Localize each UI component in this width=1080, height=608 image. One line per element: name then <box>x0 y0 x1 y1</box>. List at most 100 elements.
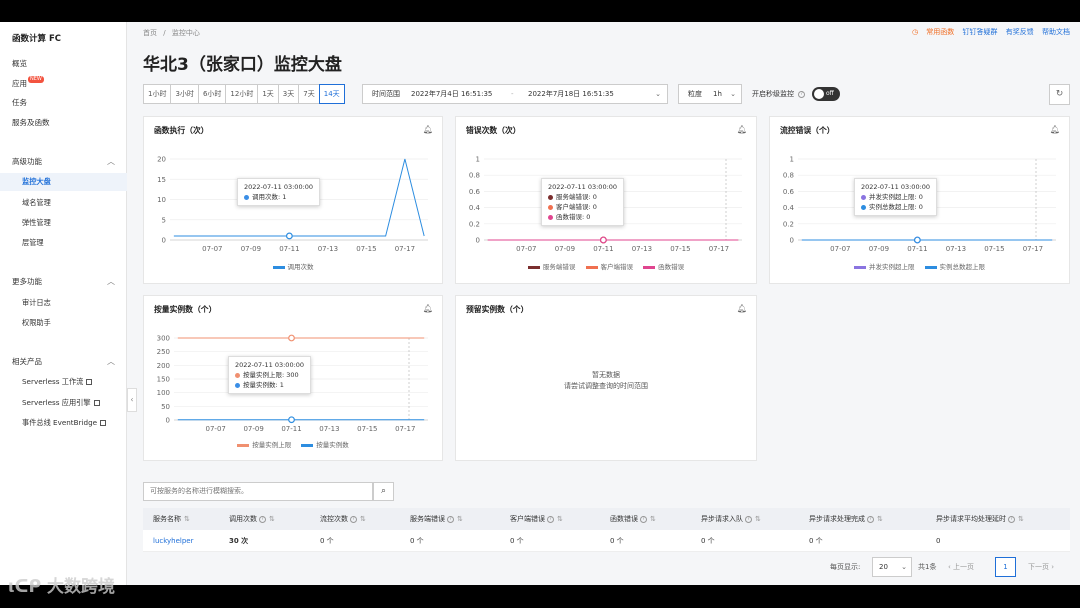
x-tick-label: 07-15 <box>356 245 376 253</box>
y-tick-label: 0.8 <box>783 172 794 180</box>
legend-item[interactable]: 服务端错误 <box>527 261 575 271</box>
second-monitor-toggle[interactable]: off <box>812 87 840 101</box>
series-dot <box>235 382 240 388</box>
x-tick-label: 07-17 <box>395 245 415 253</box>
col-client-errors[interactable]: 客户端错误? ⇅ <box>510 508 563 530</box>
chevron-down-icon: ⌄ <box>901 563 907 571</box>
y-tick-label: 0.4 <box>783 204 795 212</box>
cell-service-link[interactable]: luckyhelper <box>153 530 194 552</box>
card-ondemand-instances: 按量实例数（个） 🔔︎ 0 50 100 150 200 250 300 07-07 07-09… <box>143 295 443 461</box>
sidebar-group-advanced[interactable]: 高级功能 ︿ <box>12 156 115 167</box>
col-invocations[interactable]: 调用次数? ⇅ <box>229 508 275 530</box>
legend-item[interactable]: 按量实例数 <box>301 439 349 449</box>
help-icon[interactable]: ? <box>640 515 647 523</box>
sidebar-item-overview[interactable]: 概览 <box>12 56 127 72</box>
granularity-select[interactable]: 粒度 1h ⌄ <box>678 84 742 104</box>
sidebar-group-label: 相关产品 <box>12 357 42 366</box>
page-title: 华北3（张家口）监控大盘 <box>143 55 342 75</box>
legend-item[interactable]: 并发实例超上限 <box>853 261 914 271</box>
range-14d[interactable]: 14天 <box>318 84 345 104</box>
help-icon[interactable]: ? <box>798 90 806 98</box>
sidebar-item-layers[interactable]: 层管理 <box>22 234 127 252</box>
time-range-picker[interactable]: 时间范围 2022年7月4日 16:51:35 - 2022年7月18日 16:… <box>362 84 668 104</box>
range-12h[interactable]: 12小时 <box>225 84 259 104</box>
breadcrumb-home[interactable]: 首页 <box>143 29 157 37</box>
help-icon[interactable]: ? <box>867 515 874 523</box>
sidebar-item-label: 弹性管理 <box>22 218 51 227</box>
col-label: 调用次数 <box>229 515 257 523</box>
empty-state: 暂无数据 请尝试调整查询的时间范围 <box>456 370 756 392</box>
col-function-errors[interactable]: 函数错误? ⇅ <box>610 508 656 530</box>
sidebar-item-elastic[interactable]: 弹性管理 <box>22 214 127 232</box>
dingtalk-link[interactable]: 钉钉答疑群 <box>963 28 998 36</box>
breadcrumb-sep: / <box>163 29 166 37</box>
sidebar-item-services[interactable]: 服务及函数 <box>12 115 127 131</box>
second-monitor-label: 开启秒级监控 ? <box>752 84 806 104</box>
feedback-link[interactable]: 有奖反馈 <box>1006 28 1034 36</box>
col-async-latency[interactable]: 异步请求平均处理延时? ⇅ <box>936 508 1024 530</box>
series-dot <box>235 372 240 378</box>
pager-next[interactable]: 下一页 › <box>1028 558 1054 576</box>
y-tick-label: 250 <box>157 348 170 356</box>
sidebar-item-eventbridge[interactable]: 事件总线 EventBridge <box>22 414 127 432</box>
empty-hint: 请尝试调整查询的时间范围 <box>564 382 648 390</box>
range-7d[interactable]: 7天 <box>298 84 320 104</box>
help-icon[interactable]: ? <box>745 515 752 523</box>
tooltip-label: 按量实例上限: 300 <box>243 371 299 379</box>
help-icon[interactable]: ? <box>547 515 554 523</box>
sidebar-item-permission[interactable]: 权限助手 <box>22 314 127 332</box>
range-3h[interactable]: 3小时 <box>170 84 199 104</box>
col-service-name[interactable]: 服务名称 ⇅ <box>153 508 190 530</box>
sidebar-item-domains[interactable]: 域名管理 <box>22 194 127 212</box>
bell-icon[interactable]: 🔔︎ <box>737 304 747 313</box>
sidebar-item-tasks[interactable]: 任务 <box>12 95 127 111</box>
help-icon[interactable]: ? <box>259 515 266 523</box>
range-3d[interactable]: 3天 <box>277 84 300 104</box>
legend-item[interactable]: 调用次数 <box>272 261 314 271</box>
pager-total: 共1条 <box>918 563 937 571</box>
docs-link[interactable]: 帮助文档 <box>1042 28 1070 36</box>
refresh-button[interactable]: ↻ <box>1049 84 1070 105</box>
help-icon[interactable]: ? <box>447 515 454 523</box>
sidebar-group-related[interactable]: 相关产品 ︿ <box>12 356 115 367</box>
sidebar-item-dashboard[interactable]: 监控大盘 <box>0 173 127 191</box>
legend-item[interactable]: 客户端错误 <box>585 261 633 271</box>
top-links: ◷ 常用函数 钉钉答疑群 有奖反馈 帮助文档 <box>900 27 1070 37</box>
per-page-select[interactable]: 20 ⌄ <box>872 557 912 577</box>
sidebar-item-workflow[interactable]: Serverless 工作流 <box>22 373 127 391</box>
sidebar-item-label: 服务及函数 <box>12 118 50 127</box>
x-tick-label: 07-15 <box>357 425 377 433</box>
legend-item[interactable]: 按量实例上限 <box>237 439 291 449</box>
sidebar-collapse-button[interactable]: ‹ <box>127 388 137 412</box>
common-functions-link[interactable]: ◷ 常用函数 <box>906 28 954 36</box>
tooltip-row: 调用次数: 1 <box>244 192 313 202</box>
range-1h[interactable]: 1小时 <box>143 84 172 104</box>
search-button[interactable]: ⌕ <box>373 482 394 501</box>
col-async-done[interactable]: 异步请求处理完成? ⇅ <box>809 508 883 530</box>
sidebar-title: 函数计算 FC <box>12 34 62 44</box>
pager-prev[interactable]: ‹ 上一页 <box>948 558 974 576</box>
y-tick-label: 1 <box>790 156 794 164</box>
sidebar-item-apps[interactable]: 应用 NEW <box>12 76 127 92</box>
sidebar-item-sae[interactable]: Serverless 应用引擎 <box>22 394 127 412</box>
sidebar-group-more[interactable]: 更多功能 ︿ <box>12 276 115 287</box>
range-1d[interactable]: 1天 <box>257 84 279 104</box>
help-icon[interactable]: ? <box>350 515 357 523</box>
x-tick-label: 07-13 <box>946 245 966 253</box>
sidebar-item-audit[interactable]: 审计日志 <box>22 294 127 312</box>
col-server-errors[interactable]: 服务端错误? ⇅ <box>410 508 463 530</box>
tooltip-row: 客户端错误: 0 <box>548 202 617 212</box>
range-6h[interactable]: 6小时 <box>197 84 227 104</box>
granularity-label: 粒度 <box>688 90 702 98</box>
legend-item[interactable]: 实例总数超上限 <box>924 261 985 271</box>
service-search-input[interactable]: 可按服务的名称进行模糊搜索。 <box>143 482 373 501</box>
x-tick-label: 07-09 <box>241 245 261 253</box>
sidebar-item-label: 应用 <box>12 79 27 88</box>
y-tick-label: 200 <box>157 362 170 370</box>
legend-item[interactable]: 函数错误 <box>643 261 684 271</box>
col-async-enqueue[interactable]: 异步请求入队? ⇅ <box>701 508 761 530</box>
col-throttles[interactable]: 流控次数? ⇅ <box>320 508 366 530</box>
legend-label: 函数错误 <box>658 263 685 271</box>
help-icon[interactable]: ? <box>1008 515 1015 523</box>
pager-page-1[interactable]: 1 <box>995 557 1016 577</box>
